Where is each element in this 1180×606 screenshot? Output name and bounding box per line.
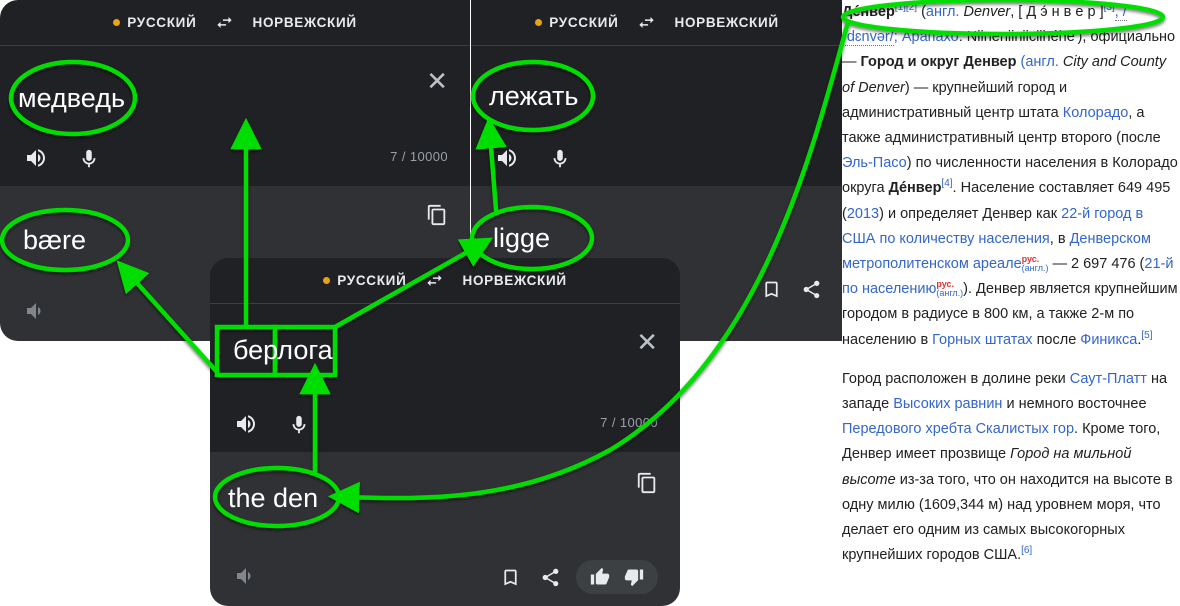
ref-1-2[interactable]: [1][2] <box>895 2 917 13</box>
swap-horizontal-icon[interactable] <box>637 13 657 33</box>
microphone-icon[interactable] <box>288 414 310 436</box>
target-language[interactable]: НОРВЕЖСКИЙ <box>253 15 357 30</box>
transcription-stress: э́ <box>1040 4 1048 20</box>
character-counter: 7 / 10000 <box>600 415 658 430</box>
link-front-range[interactable]: Передового хребта Скалистых гор <box>842 421 1074 437</box>
link-colorado[interactable]: Колорадо <box>1063 105 1129 121</box>
lang-note-2[interactable]: рус. (англ.) <box>936 280 963 298</box>
bookmark-icon[interactable] <box>500 567 521 588</box>
language-status-dot <box>113 19 121 26</box>
source-language-label: РУССКИЙ <box>549 15 619 30</box>
microphone-icon[interactable] <box>549 148 571 170</box>
share-icon[interactable] <box>801 279 822 300</box>
link-high-plains[interactable]: Высоких равнин <box>893 396 1002 412</box>
source-language-label: РУССКИЙ <box>127 15 197 30</box>
language-status-dot <box>323 277 331 284</box>
speaker-icon[interactable] <box>24 146 48 170</box>
population-sentence-b: ) и определяет Денвер как <box>879 205 1062 222</box>
close-icon[interactable]: ✕ <box>426 68 448 94</box>
source-text-area[interactable]: медведь ✕ 7 / 10000 <box>0 46 470 186</box>
label-lezhat: лежать <box>489 81 579 111</box>
language-bar[interactable]: РУССКИЙ НОРВЕЖСКИЙ <box>471 0 843 46</box>
east-text: и немного восточнее <box>1002 396 1147 413</box>
speaker-icon[interactable] <box>234 412 258 436</box>
target-language-label: НОРВЕЖСКИЙ <box>674 15 779 30</box>
ref-4[interactable]: [4] <box>941 179 952 190</box>
translate-panel-den[interactable]: РУССКИЙ НОРВЕЖСКИЙ берлога ✕ 7 / 10000 t… <box>210 258 680 606</box>
target-language[interactable]: НОРВЕЖСКИЙ <box>463 273 567 288</box>
source-language-label: РУССКИЙ <box>337 273 407 288</box>
link-angl-1[interactable]: англ. <box>926 4 960 20</box>
label-medved: медведь <box>18 83 126 113</box>
article-title: Дéнвер <box>842 4 895 20</box>
metro-value: — 2 697 476 ( <box>1048 256 1145 273</box>
source-language[interactable]: РУССКИЙ <box>535 15 618 30</box>
located-text: Город расположен в долине реки <box>842 370 1070 387</box>
ref-6[interactable]: [6] <box>1021 545 1032 556</box>
official-name: Город и округ Денвер <box>860 54 1017 71</box>
ref-3[interactable]: [3] <box>1104 2 1115 13</box>
transcription-rest: н в е р ] <box>1047 4 1104 20</box>
in-metro-text: , в <box>1049 230 1070 247</box>
link-south-platte[interactable]: Саут-Платт <box>1070 371 1147 387</box>
speaker-icon-output[interactable] <box>24 299 48 323</box>
target-language-label: НОРВЕЖСКИЙ <box>462 273 567 288</box>
share-icon[interactable] <box>540 567 561 588</box>
label-baere: bære <box>23 225 87 255</box>
link-2013[interactable]: 2013 <box>847 206 879 222</box>
thumbs-up-icon[interactable] <box>590 567 610 587</box>
source-text-area[interactable]: берлога ✕ 7 / 10000 <box>210 304 680 452</box>
link-angl-2[interactable]: (англ. <box>1016 54 1059 70</box>
link-mountain-states[interactable]: Горных штатах <box>932 332 1032 348</box>
link-phoenix[interactable]: Финикса <box>1080 332 1137 348</box>
language-status-dot <box>535 19 543 26</box>
feedback-pill[interactable] <box>576 560 658 594</box>
source-language[interactable]: РУССКИЙ <box>113 15 196 30</box>
speaker-icon-output[interactable] <box>234 564 258 588</box>
target-language-label: НОРВЕЖСКИЙ <box>252 15 357 30</box>
link-el-paso[interactable]: Эль-Пасо <box>842 155 907 171</box>
translated-text-area[interactable]: the den <box>210 452 680 606</box>
label-berloga: берлога <box>233 335 333 365</box>
thumbs-down-icon[interactable] <box>624 567 644 587</box>
ref-5[interactable]: [5] <box>1141 330 1152 341</box>
denver-bold: Дéнвер <box>888 180 942 197</box>
text-open-paren: ( <box>917 4 926 20</box>
wiki-paragraph-2: Город расположен в долине реки Саут-Плат… <box>842 367 1180 569</box>
denver-italic: Denver <box>959 4 1011 20</box>
link-arapaho[interactable]: ; Арапахо <box>894 29 959 45</box>
label-ligge: ligge <box>493 223 551 253</box>
lang-note-en: (англ.) <box>1021 263 1049 274</box>
arapaho-name: : Niineniiniiciihéhe'), <box>958 29 1087 46</box>
wikipedia-article: Дéнвер[1][2] (англ. Denver, [ Д э́ н в е… <box>842 0 1180 606</box>
wiki-paragraph-1: Дéнвер[1][2] (англ. Denver, [ Д э́ н в е… <box>842 0 1180 353</box>
source-text-area[interactable]: лежать <box>471 46 843 186</box>
language-bar[interactable]: РУССКИЙ НОРВЕЖСКИЙ <box>210 258 680 304</box>
bookmark-icon[interactable] <box>761 279 782 300</box>
transcription-open: , [ Д <box>1010 4 1041 20</box>
lang-note-1[interactable]: рус. (англ.) <box>1022 255 1049 273</box>
copy-icon[interactable] <box>636 472 658 494</box>
source-language[interactable]: РУССКИЙ <box>323 273 406 288</box>
close-icon[interactable]: ✕ <box>636 329 658 355</box>
character-counter: 7 / 10000 <box>390 149 448 164</box>
lang-note-en-2: (англ.) <box>936 288 964 299</box>
target-language[interactable]: НОРВЕЖСКИЙ <box>675 15 779 30</box>
language-bar[interactable]: РУССКИЙ НОРВЕЖСКИЙ <box>0 0 470 46</box>
microphone-icon[interactable] <box>78 148 100 170</box>
copy-icon[interactable] <box>426 204 448 226</box>
after-phoenix-text: после <box>1032 331 1081 348</box>
swap-horizontal-icon[interactable] <box>425 271 445 291</box>
speaker-icon[interactable] <box>495 146 519 170</box>
screenshot-root: РУССКИЙ НОРВЕЖСКИЙ медведь ✕ 7 / 10000 b… <box>0 0 1180 606</box>
swap-horizontal-icon[interactable] <box>215 13 235 33</box>
label-the-den: the den <box>228 483 319 513</box>
